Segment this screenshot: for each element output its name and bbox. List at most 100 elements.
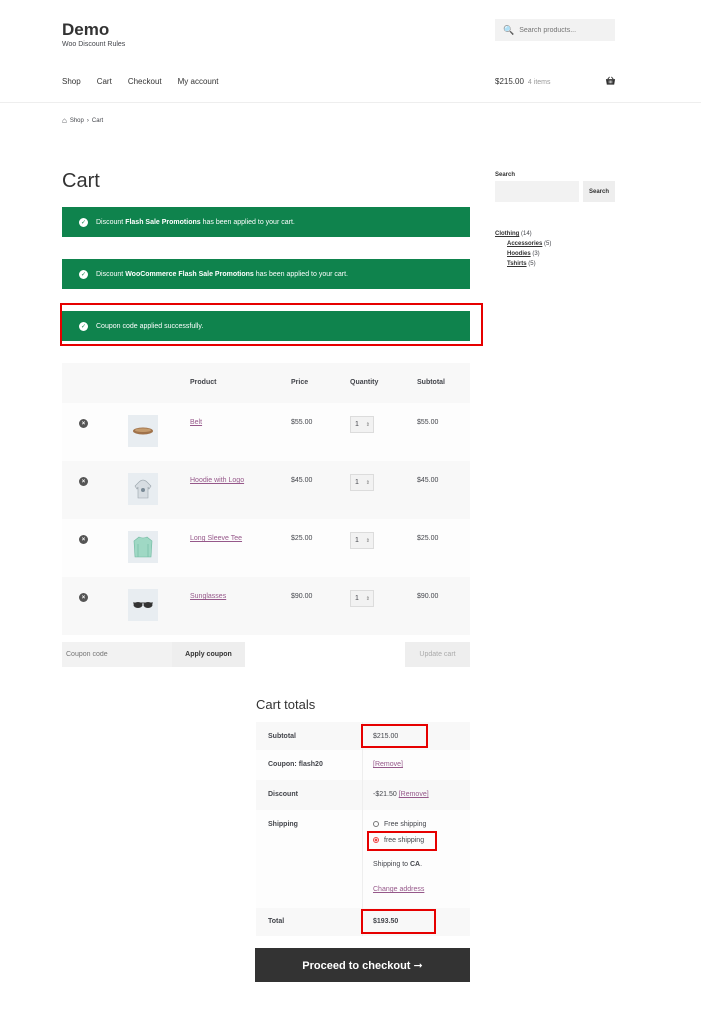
coupon-remove-link[interactable]: [Remove] <box>373 761 403 768</box>
home-icon[interactable]: ⌂ <box>62 116 67 125</box>
notice-text: Discount <box>96 270 124 278</box>
column-divider <box>362 810 363 908</box>
apply-coupon-button[interactable]: Apply coupon <box>172 642 245 667</box>
remove-item-icon[interactable]: × <box>79 477 88 486</box>
table-row <box>62 519 470 577</box>
breadcrumb-current: Cart <box>91 117 104 124</box>
shipping-state: CA <box>409 861 421 868</box>
quantity-value: 1 <box>355 537 359 544</box>
category-count: (3) <box>532 251 540 257</box>
quantity-value: 1 <box>355 479 359 486</box>
product-link-belt[interactable]: Belt <box>190 419 202 426</box>
category-link[interactable]: Accessories <box>507 241 542 247</box>
header-divider <box>0 102 701 103</box>
category-link[interactable]: Hoodies <box>507 251 531 257</box>
product-search[interactable]: 🔍 <box>495 19 615 41</box>
notice-discount-woocommerce-flash-sale: ✓ Discount WooCommerce Flash Sale Promot… <box>62 259 470 289</box>
remove-item-icon[interactable]: × <box>79 535 88 544</box>
quantity-value: 1 <box>355 595 359 602</box>
change-address-link[interactable]: Change address <box>373 886 424 893</box>
category-count: (5) <box>528 261 536 267</box>
quantity-stepper[interactable]: 1 ⇕ <box>350 416 374 433</box>
discount-remove-link[interactable]: [Remove] <box>399 791 429 798</box>
item-price: $90.00 <box>291 593 313 600</box>
notice-rule-name: Flash Sale Promotions <box>125 218 201 226</box>
item-subtotal: $55.00 <box>417 419 439 426</box>
notice-text: Discount <box>96 218 124 226</box>
shipping-label: Shipping <box>268 821 298 828</box>
th-subtotal: Subtotal <box>417 379 445 386</box>
notice-coupon-applied: ✓ Coupon code applied successfully. <box>62 311 470 341</box>
shipping-to-text: Shipping to <box>373 861 410 868</box>
quantity-value: 1 <box>355 421 359 428</box>
product-thumbnail-long-sleeve-tee[interactable] <box>128 531 158 563</box>
nav-cart[interactable]: Cart <box>97 77 112 86</box>
remove-item-icon[interactable]: × <box>79 593 88 602</box>
column-divider <box>362 750 363 780</box>
category-item-accessories[interactable]: Accessories (5) <box>507 241 551 247</box>
header-cart[interactable]: $215.00 4 items <box>495 77 550 86</box>
notice-text: has been applied to your cart. <box>202 218 295 226</box>
notice-text: Coupon code applied successfully. <box>96 322 204 330</box>
shipping-option-label: Free shipping <box>384 821 427 828</box>
category-item-hoodies[interactable]: Hoodies (3) <box>507 251 540 257</box>
stepper-arrows-icon[interactable]: ⇕ <box>366 480 370 486</box>
nav-my-account[interactable]: My account <box>178 77 219 86</box>
breadcrumb-shop[interactable]: Shop <box>70 118 84 124</box>
item-price: $25.00 <box>291 535 313 542</box>
shipping-to-period: . <box>420 861 423 868</box>
highlight-box <box>361 909 436 934</box>
column-divider <box>362 780 363 810</box>
product-thumbnail-belt[interactable] <box>128 415 158 447</box>
sunglasses-image <box>133 602 153 608</box>
search-input[interactable] <box>519 26 610 34</box>
nav-checkout[interactable]: Checkout <box>128 77 162 86</box>
item-subtotal: $90.00 <box>417 593 439 600</box>
category-link[interactable]: Tshirts <box>507 261 527 267</box>
quantity-stepper[interactable]: 1 ⇕ <box>350 474 374 491</box>
stepper-arrows-icon[interactable]: ⇕ <box>366 422 370 428</box>
highlight-box <box>361 724 428 748</box>
discount-label: Discount <box>268 791 298 798</box>
product-thumbnail-sunglasses[interactable] <box>128 589 158 621</box>
hoodie-image <box>134 479 152 499</box>
update-cart-button[interactable]: Update cart <box>405 642 470 667</box>
belt-image <box>133 427 153 435</box>
product-thumbnail-hoodie[interactable] <box>128 473 158 505</box>
subtotal-label: Subtotal <box>268 733 296 740</box>
quantity-stepper[interactable]: 1 ⇕ <box>350 590 374 607</box>
sidebar-search-input[interactable] <box>495 181 579 202</box>
product-link-hoodie-with-logo[interactable]: Hoodie with Logo <box>190 477 244 484</box>
stepper-arrows-icon[interactable]: ⇕ <box>366 538 370 544</box>
category-count: (5) <box>544 241 552 247</box>
stepper-arrows-icon[interactable]: ⇕ <box>366 596 370 602</box>
category-count: (14) <box>521 231 532 237</box>
category-link[interactable]: Clothing <box>495 231 519 237</box>
product-link-sunglasses[interactable]: Sunglasses <box>190 593 226 600</box>
highlight-box <box>367 831 437 851</box>
nav-shop[interactable]: Shop <box>62 77 81 86</box>
long-sleeve-tee-image <box>133 536 153 558</box>
basket-icon[interactable] <box>605 76 616 86</box>
cart-item-count: 4 items <box>527 79 551 86</box>
product-link-long-sleeve-tee[interactable]: Long Sleeve Tee <box>190 535 242 542</box>
radio-unselected[interactable] <box>373 821 379 827</box>
site-title[interactable]: Demo <box>62 20 109 40</box>
totals-row-discount: Discount -$21.50 [Remove] <box>256 780 470 810</box>
item-subtotal: $45.00 <box>417 477 439 484</box>
quantity-stepper[interactable]: 1 ⇕ <box>350 532 374 549</box>
sidebar-search-title: Search <box>495 172 516 178</box>
total-label: Total <box>268 918 285 925</box>
th-price: Price <box>291 379 309 386</box>
category-item-clothing[interactable]: Clothing (14) <box>495 231 532 237</box>
table-row <box>62 461 470 519</box>
proceed-to-checkout-button[interactable]: Proceed to checkout ➞ <box>255 948 470 982</box>
item-subtotal: $25.00 <box>417 535 439 542</box>
sidebar-search-button[interactable]: Search <box>583 181 615 202</box>
category-item-tshirts[interactable]: Tshirts (5) <box>507 261 536 267</box>
item-price: $45.00 <box>291 477 313 484</box>
shipping-option-free-shipping[interactable]: Free shipping <box>373 821 426 828</box>
table-row <box>62 403 470 461</box>
remove-item-icon[interactable]: × <box>79 419 88 428</box>
coupon-code-input[interactable] <box>62 642 172 667</box>
